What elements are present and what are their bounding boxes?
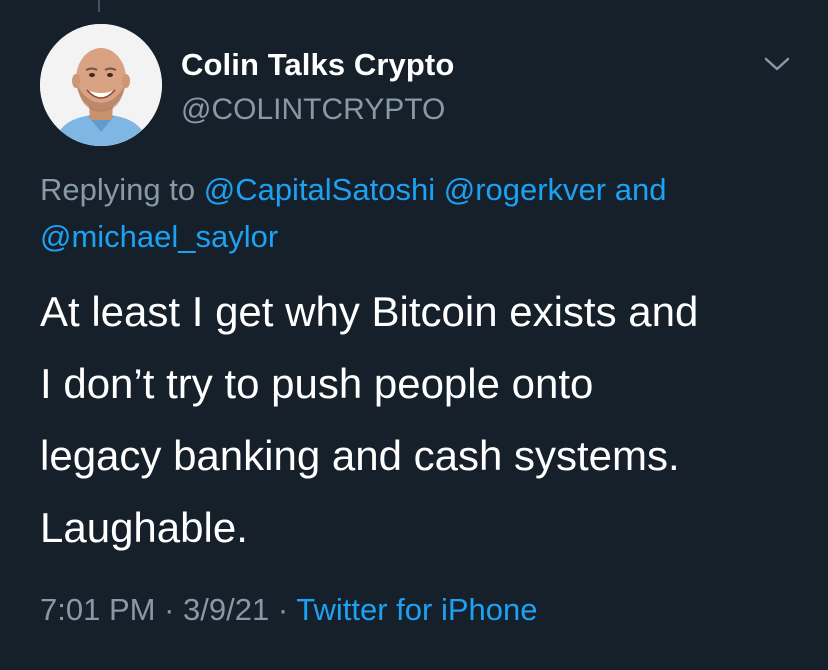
chevron-down-icon: [764, 57, 790, 71]
replying-to-line: Replying to @CapitalSatoshi @rogerkver a…: [40, 166, 800, 260]
meta-separator: ·: [277, 592, 289, 627]
person-photo-avatar-icon: [40, 24, 162, 146]
mention-link[interactable]: @CapitalSatoshi: [204, 172, 435, 207]
tweet-line: I don’t try to push people onto: [40, 360, 594, 407]
tweet-body: At least I get why Bitcoin exists and I …: [40, 276, 810, 564]
tweet-line: legacy banking and cash systems.: [40, 432, 680, 479]
tweet-menu-button[interactable]: [764, 56, 790, 72]
tweet-source-link[interactable]: Twitter for iPhone: [296, 592, 537, 627]
tweet-metadata: 7:01 PM · 3/9/21 · Twitter for iPhone: [40, 592, 537, 628]
avatar[interactable]: [40, 24, 162, 146]
mention-link[interactable]: @michael_saylor: [40, 219, 278, 254]
mention-link[interactable]: @rogerkver: [444, 172, 606, 207]
tweet-date[interactable]: 3/9/21: [183, 592, 269, 627]
tweet-time[interactable]: 7:01 PM: [40, 592, 155, 627]
meta-separator: ·: [164, 592, 175, 627]
thread-connector-line: [98, 0, 100, 12]
tweet-line: At least I get why Bitcoin exists and: [40, 288, 699, 335]
author-display-name[interactable]: Colin Talks Crypto: [181, 47, 454, 83]
mention-conjunction: and: [614, 172, 667, 207]
author-handle[interactable]: @COLINTCRYPTO: [181, 93, 445, 127]
tweet-line: Laughable.: [40, 504, 248, 551]
replying-to-label: Replying to: [40, 172, 196, 207]
